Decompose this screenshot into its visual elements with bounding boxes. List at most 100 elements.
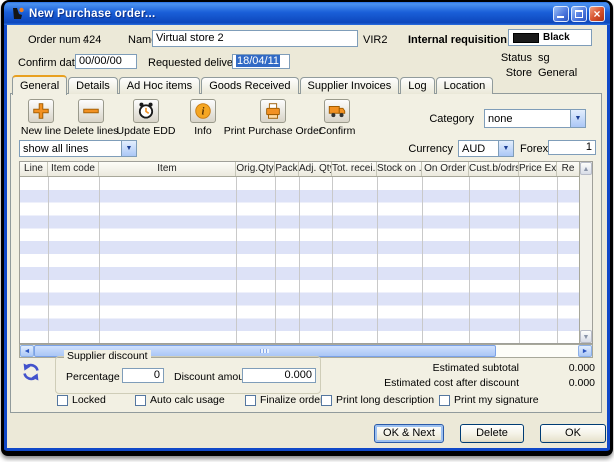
close-button[interactable]: × <box>589 6 605 22</box>
checkbox-icon <box>57 395 68 406</box>
update-edd-button[interactable]: Update EDD <box>111 99 181 137</box>
ok-and-next-button[interactable]: OK & Next <box>374 424 444 443</box>
name-input[interactable]: Virtual store 2 <box>152 30 358 47</box>
tab-details[interactable]: Details <box>68 77 118 94</box>
checkbox-label: Print long description <box>336 394 434 406</box>
toolbar-button-label: Update EDD <box>111 125 181 137</box>
table-header[interactable]: Line Item code Item Orig.Qty Pack Adj. Q… <box>20 162 579 177</box>
confirm-date-input[interactable]: 00/00/00 <box>75 54 137 69</box>
scroll-up-icon[interactable]: ▲ <box>580 162 592 175</box>
title-bar[interactable]: New Purchase order... × <box>4 2 610 25</box>
printer-icon <box>260 99 286 123</box>
toolbar-button-label: Confirm <box>312 125 362 137</box>
tab-ad-hoc-items[interactable]: Ad Hoc items <box>119 77 200 94</box>
info-button[interactable]: i Info <box>183 99 223 137</box>
discount-amount-label: Discount amount <box>174 371 253 383</box>
category-select[interactable]: none ▼ <box>484 109 586 128</box>
estimated-cost-after-discount-value: 0.000 <box>535 377 595 389</box>
line-filter-select[interactable]: show all lines ▼ <box>19 140 137 157</box>
estimated-subtotal-value: 0.000 <box>535 362 595 374</box>
checkbox-label: Finalize order <box>260 394 324 406</box>
column-divider <box>469 177 470 343</box>
general-tab-panel: New line Delete lines Update EDD <box>10 93 602 413</box>
column-header-line[interactable]: Line <box>20 162 48 176</box>
color-selector[interactable]: Black <box>508 29 592 46</box>
checkbox-icon <box>321 395 332 406</box>
alarm-clock-icon <box>133 99 159 123</box>
column-header-cust-backorders[interactable]: Cust.b/odrs <box>469 162 519 176</box>
scroll-right-icon[interactable]: ► <box>578 345 592 357</box>
tab-general[interactable]: General <box>12 75 67 95</box>
status-label: Status <box>477 52 532 64</box>
delete-button[interactable]: Delete <box>460 424 524 443</box>
toolbar-button-label: Info <box>183 125 223 137</box>
requested-delivery-value: 18/04/11 <box>236 55 280 67</box>
currency-select[interactable]: AUD ▼ <box>458 140 514 157</box>
ok-button[interactable]: OK <box>540 424 606 443</box>
svg-text:i: i <box>202 107 205 118</box>
tab-log[interactable]: Log <box>400 77 434 94</box>
requested-delivery-label: Requested delivery <box>148 57 242 69</box>
column-header-adj-qty[interactable]: Adj. Qty <box>299 162 332 176</box>
percentage-label: Percentage <box>66 371 120 383</box>
store-value: General <box>538 67 577 79</box>
column-header-requested[interactable]: Re <box>557 162 579 176</box>
scroll-left-icon[interactable]: ◄ <box>20 345 34 357</box>
column-header-item-code[interactable]: Item code <box>48 162 99 176</box>
maximize-icon <box>575 10 583 18</box>
line-filter-value: show all lines <box>20 143 121 155</box>
column-divider <box>99 177 100 343</box>
currency-label: Currency <box>391 143 453 155</box>
discount-amount-input[interactable]: 0.000 <box>242 368 316 383</box>
column-divider <box>275 177 276 343</box>
close-icon: × <box>590 7 604 21</box>
forex-rate-input[interactable]: 1 <box>548 140 596 155</box>
maximize-button[interactable] <box>571 6 587 22</box>
column-header-orig-qty[interactable]: Orig.Qty <box>236 162 275 176</box>
percentage-input[interactable]: 0 <box>122 368 164 383</box>
internal-requisition-label: Internal requisition <box>408 34 507 46</box>
column-header-pack[interactable]: Pack <box>275 162 299 176</box>
table-body[interactable] <box>20 177 579 343</box>
minus-icon <box>78 99 104 123</box>
finalize-order-checkbox[interactable]: Finalize order <box>245 394 324 406</box>
column-header-tot-received[interactable]: Tot. recei... <box>332 162 377 176</box>
column-divider <box>236 177 237 343</box>
tab-location[interactable]: Location <box>436 77 494 94</box>
currency-value: AUD <box>459 143 498 155</box>
chevron-down-icon: ▼ <box>570 110 585 127</box>
column-divider <box>377 177 378 343</box>
order-num-label: Order num : <box>28 34 87 46</box>
requested-delivery-input[interactable]: 18/04/11 <box>232 54 290 69</box>
order-lines-table[interactable]: Line Item code Item Orig.Qty Pack Adj. Q… <box>19 161 593 344</box>
column-header-stock-on-hand[interactable]: Stock on ... <box>377 162 422 176</box>
scrollbar-grip <box>260 349 269 353</box>
tab-supplier-invoices[interactable]: Supplier Invoices <box>300 77 400 94</box>
name-code: VIR2 <box>363 34 387 46</box>
print-my-signature-checkbox[interactable]: Print my signature <box>439 394 539 406</box>
plus-icon <box>28 99 54 123</box>
print-long-description-checkbox[interactable]: Print long description <box>321 394 434 406</box>
column-divider <box>48 177 49 343</box>
column-header-on-order[interactable]: On Order <box>422 162 469 176</box>
column-divider <box>332 177 333 343</box>
minimize-button[interactable] <box>553 6 569 22</box>
checkbox-icon <box>135 395 146 406</box>
tab-goods-received[interactable]: Goods Received <box>201 77 298 94</box>
column-header-price-ext[interactable]: Price Ext <box>519 162 557 176</box>
truck-icon <box>324 99 350 123</box>
vertical-scrollbar[interactable]: ▲ ▼ <box>579 162 592 343</box>
refresh-icon[interactable] <box>21 362 41 382</box>
auto-calc-usage-checkbox[interactable]: Auto calc usage <box>135 394 225 406</box>
purchase-order-icon <box>10 6 25 21</box>
column-header-item[interactable]: Item <box>99 162 236 176</box>
locked-checkbox[interactable]: Locked <box>57 394 106 406</box>
checkbox-label: Print my signature <box>454 394 539 406</box>
confirm-button[interactable]: Confirm <box>312 99 362 137</box>
column-divider <box>299 177 300 343</box>
scroll-down-icon[interactable]: ▼ <box>580 330 592 343</box>
category-value: none <box>485 113 570 125</box>
color-swatch <box>513 33 539 43</box>
column-divider <box>422 177 423 343</box>
chevron-down-icon: ▼ <box>498 141 513 156</box>
